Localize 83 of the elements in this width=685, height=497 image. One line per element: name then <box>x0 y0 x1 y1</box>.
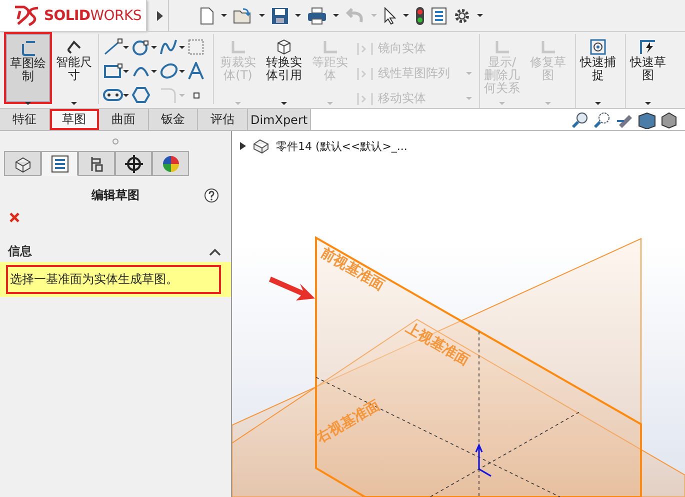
section-title: 信息 <box>8 243 32 260</box>
save-icon[interactable] <box>271 6 289 24</box>
sketch-tool-icon <box>356 66 374 82</box>
panel-tab[interactable] <box>4 151 41 176</box>
tab[interactable]: DimXpert <box>248 109 311 130</box>
command-button[interactable]: 智能尺寸 <box>52 34 96 102</box>
logo-text: SOLIDWORKS <box>44 8 142 24</box>
grip-icon[interactable] <box>112 138 119 144</box>
tab[interactable]: 钣金 <box>148 109 198 130</box>
tab[interactable]: 特征 <box>0 109 50 130</box>
new-document-icon[interactable] <box>199 6 215 24</box>
appearance-ball-icon <box>162 154 180 172</box>
open-folder-icon[interactable] <box>233 6 253 24</box>
caret-icon[interactable] <box>179 46 185 48</box>
sketch-icon <box>19 39 37 57</box>
caret-icon[interactable] <box>151 46 157 48</box>
arrow-drawing <box>269 276 315 301</box>
crosshair-icon <box>124 154 142 172</box>
plane-label: 右视基准面 <box>314 398 383 447</box>
part-icon <box>14 154 32 172</box>
caret-icon[interactable] <box>123 94 129 96</box>
caret-icon[interactable] <box>645 102 651 105</box>
help-icon[interactable] <box>204 188 219 203</box>
panel-tab[interactable] <box>115 151 152 176</box>
caret-icon[interactable] <box>477 14 483 17</box>
caret-icon[interactable] <box>71 102 77 105</box>
plane-label: 前视基准面 <box>318 245 387 294</box>
caret-icon[interactable] <box>333 14 339 17</box>
part-icon <box>252 138 270 154</box>
caret-icon[interactable] <box>281 102 287 105</box>
info-message: 选择一基准面为实体生成草图。 <box>6 265 221 294</box>
slot-icon[interactable] <box>103 86 123 104</box>
ellipse-icon[interactable] <box>159 62 179 80</box>
dimension-icon <box>65 38 83 56</box>
caret-icon[interactable] <box>295 14 301 17</box>
polygon-icon[interactable] <box>131 86 151 104</box>
pointer-icon[interactable] <box>383 6 397 24</box>
tab[interactable]: 曲面 <box>99 109 149 130</box>
grid-icon[interactable] <box>187 38 205 56</box>
caret-icon[interactable] <box>123 70 129 72</box>
cube-icon <box>275 38 293 56</box>
caret-icon[interactable] <box>123 46 129 48</box>
panel-tab[interactable] <box>41 151 78 176</box>
sketch-tool-icon <box>356 90 374 106</box>
plane-label: 上视基准面 <box>403 320 472 369</box>
sketch-tool-icon <box>321 38 339 56</box>
print-icon[interactable] <box>307 6 327 24</box>
caret-icon[interactable] <box>179 70 185 72</box>
panel-title: 编辑草图 <box>92 186 140 204</box>
circle-icon[interactable] <box>131 38 151 56</box>
close-icon[interactable] <box>9 212 20 223</box>
quick-sketch-icon <box>639 38 657 56</box>
rectangle-icon[interactable] <box>103 62 123 80</box>
panel-tab[interactable] <box>78 151 115 176</box>
sketch-tool-icon <box>493 38 511 56</box>
snap-icon <box>589 38 607 56</box>
property-list-icon <box>50 154 68 172</box>
caret-icon[interactable] <box>259 14 265 17</box>
caret-icon[interactable] <box>221 14 227 17</box>
text-tool-icon[interactable] <box>187 62 205 80</box>
tab[interactable]: 评估 <box>198 109 248 130</box>
origin-icon <box>475 443 492 477</box>
caret-icon[interactable] <box>595 102 601 105</box>
tree-item[interactable]: 零件14 (默认<<默认>_... <box>276 138 408 154</box>
command-button[interactable]: 快速草图 <box>626 34 670 102</box>
caret-icon[interactable] <box>25 102 31 105</box>
sketch-tool-icon <box>539 38 557 56</box>
expand-arrow-icon <box>156 10 164 22</box>
caret-icon[interactable] <box>403 14 409 17</box>
traffic-light-icon[interactable] <box>415 6 425 26</box>
caret-icon[interactable] <box>151 70 157 72</box>
sketch-tool-icon <box>356 40 374 56</box>
list-icon[interactable] <box>431 6 447 24</box>
settings-icon[interactable] <box>453 6 471 24</box>
command-button[interactable]: 草图绘制 <box>6 34 50 102</box>
sketch-tool-icon <box>229 38 247 56</box>
command-button[interactable]: 转换实体引用 <box>262 34 306 102</box>
collapse-chevron-icon[interactable] <box>209 248 221 256</box>
line-icon[interactable] <box>103 38 123 56</box>
spline-icon[interactable] <box>159 38 179 56</box>
expand-triangle-icon[interactable] <box>240 142 246 150</box>
command-button[interactable]: 快速捕捉 <box>576 34 620 102</box>
tab[interactable]: 草图 <box>50 109 100 130</box>
